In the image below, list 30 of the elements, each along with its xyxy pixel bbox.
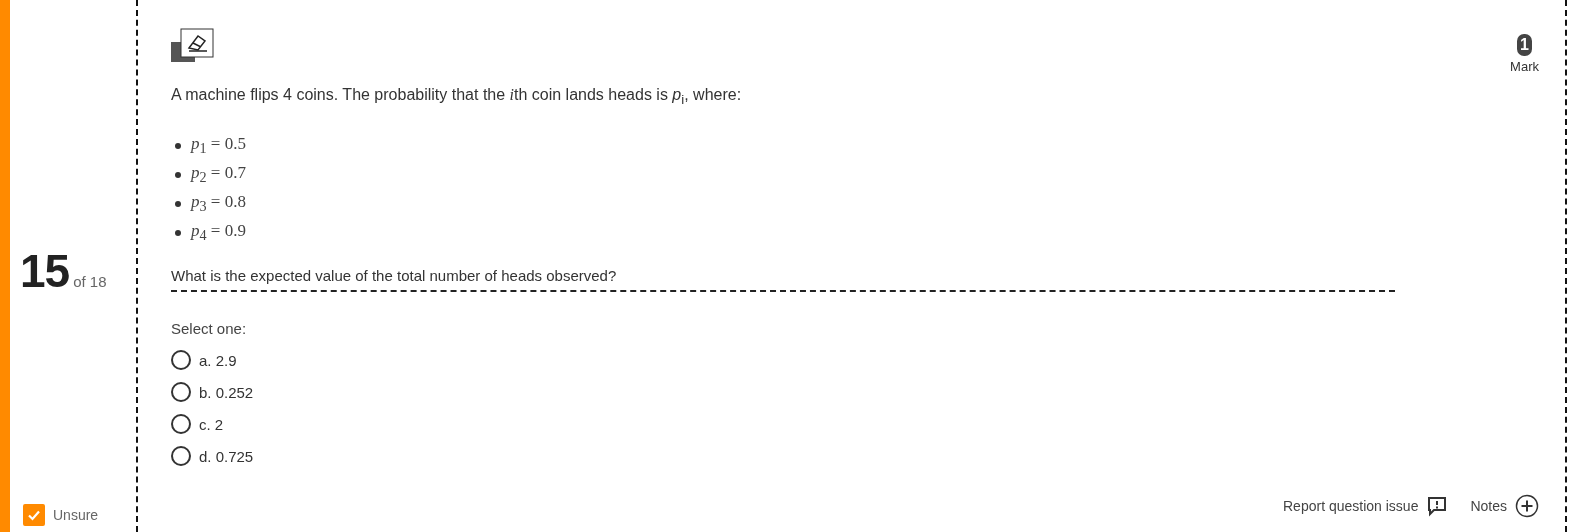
question-prompt: What is the expected value of the total number of heads observed? <box>171 267 618 285</box>
unsure-label: Unsure <box>53 507 99 523</box>
radio-button[interactable] <box>171 382 191 403</box>
radio-button[interactable] <box>171 414 191 435</box>
bullet-icon <box>175 200 181 207</box>
list-item-text: p$_{2}$ = 0.7 <box>191 163 246 187</box>
bullet-icon <box>175 171 181 178</box>
radio-button[interactable] <box>171 350 191 371</box>
plus-icon[interactable] <box>1515 494 1539 519</box>
option-label[interactable]: d. 0.725 <box>199 447 254 465</box>
question-text: A machine flips 4 coins. The probability that the ith coin lands heads is p$_{i}$, where: <box>171 86 743 108</box>
instruction-text: Select one: <box>171 320 248 338</box>
list-item-text: p$_{1}$ = 0.5 <box>191 134 246 158</box>
report-icon[interactable] <box>1426 495 1449 518</box>
mark-badge: 1 <box>1517 34 1532 56</box>
question-number: 15 <box>20 244 70 298</box>
bullet-icon <box>175 229 181 236</box>
eraser-icon[interactable] <box>171 28 215 62</box>
question-count: of 18 <box>73 273 107 290</box>
unsure-checkbox[interactable] <box>23 504 45 526</box>
option-label[interactable]: c. 2 <box>199 415 224 433</box>
notes-button[interactable]: Notes <box>1470 494 1539 519</box>
list-item-text: p$_{4}$ = 0.9 <box>191 221 246 245</box>
radio-button[interactable] <box>171 446 191 467</box>
option-label[interactable]: a. 2.9 <box>199 351 237 369</box>
mark-label: Mark <box>1510 59 1539 74</box>
report-issue-link[interactable]: Report question issue <box>1283 495 1449 518</box>
option-label[interactable]: b. 0.252 <box>199 383 254 401</box>
list-item-text: p$_{3}$ = 0.8 <box>191 192 246 216</box>
bullet-icon <box>175 142 181 149</box>
